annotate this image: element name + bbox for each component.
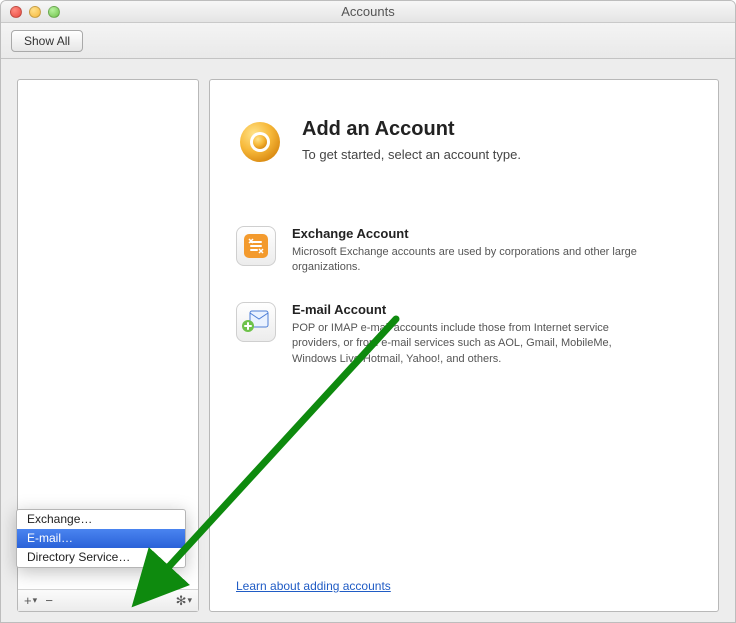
popup-item-email[interactable]: E-mail… bbox=[17, 529, 185, 548]
main-panel: Add an Account To get started, select an… bbox=[209, 79, 719, 612]
option-exchange-desc: Microsoft Exchange accounts are used by … bbox=[292, 245, 652, 276]
account-sidebar: Exchange… E-mail… Directory Service… +▾ … bbox=[17, 79, 199, 612]
toolbar: Show All bbox=[1, 23, 735, 59]
gear-icon: ✻ bbox=[176, 593, 187, 609]
chevron-down-icon: ▾ bbox=[33, 595, 38, 606]
show-all-button[interactable]: Show All bbox=[11, 30, 83, 52]
remove-account-button[interactable]: − bbox=[41, 593, 57, 609]
window-controls bbox=[10, 6, 60, 18]
close-button[interactable] bbox=[10, 6, 22, 18]
minus-icon: − bbox=[45, 593, 53, 608]
hero: Add an Account To get started, select an… bbox=[236, 118, 692, 166]
hero-subtitle: To get started, select an account type. bbox=[302, 147, 521, 162]
option-email-title: E-mail Account bbox=[292, 302, 652, 317]
popup-item-exchange[interactable]: Exchange… bbox=[17, 510, 185, 529]
plus-icon: + bbox=[24, 593, 32, 608]
content: Exchange… E-mail… Directory Service… +▾ … bbox=[17, 79, 719, 612]
titlebar: Accounts bbox=[1, 1, 735, 23]
account-type-list: Exchange Account Microsoft Exchange acco… bbox=[236, 226, 692, 367]
email-icon bbox=[236, 302, 276, 342]
add-account-popup: Exchange… E-mail… Directory Service… bbox=[16, 509, 186, 568]
popup-item-directory[interactable]: Directory Service… bbox=[17, 548, 185, 567]
exchange-icon bbox=[236, 226, 276, 266]
accounts-window: Accounts Show All Exchange… E-mail… Dire… bbox=[0, 0, 736, 623]
option-email[interactable]: E-mail Account POP or IMAP e-mail accoun… bbox=[236, 302, 692, 367]
window-title: Accounts bbox=[1, 4, 735, 19]
chevron-down-icon: ▾ bbox=[187, 595, 192, 606]
minimize-button[interactable] bbox=[29, 6, 41, 18]
hero-title: Add an Account bbox=[302, 118, 521, 141]
option-exchange-title: Exchange Account bbox=[292, 226, 652, 241]
learn-link[interactable]: Learn about adding accounts bbox=[236, 579, 391, 593]
add-account-button[interactable]: +▾ bbox=[22, 593, 39, 609]
account-list[interactable]: Exchange… E-mail… Directory Service… bbox=[18, 80, 198, 589]
option-email-desc: POP or IMAP e-mail accounts include thos… bbox=[292, 321, 652, 367]
settings-menu-button[interactable]: ✻▾ bbox=[174, 593, 194, 609]
outlook-icon bbox=[236, 118, 284, 166]
option-exchange[interactable]: Exchange Account Microsoft Exchange acco… bbox=[236, 226, 692, 276]
sidebar-footer: +▾ − ✻▾ bbox=[18, 589, 198, 611]
zoom-button[interactable] bbox=[48, 6, 60, 18]
